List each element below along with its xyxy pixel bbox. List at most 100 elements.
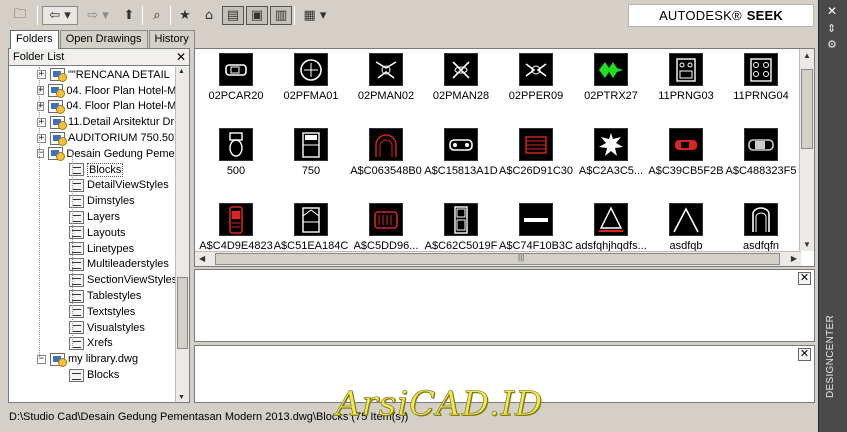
block-item[interactable]: 500 [199,124,273,190]
tree-node-drawing[interactable]: + ""RENCANA DETAIL [9,67,176,83]
tab-open-drawings[interactable]: Open Drawings [59,30,148,48]
close-preview-icon[interactable]: ✕ [798,272,811,285]
tree-node-item[interactable]: Blocks [9,367,176,383]
block-item[interactable]: 02PTRX27 [574,49,648,115]
drawing-file-icon [48,84,66,99]
drawing-file-icon [50,68,67,83]
tree-node-drawing[interactable]: +04. Floor Plan Hotel-M [9,99,176,115]
load-folder-icon[interactable]: 🗀 [8,6,32,25]
tree-node-item[interactable]: Dimstyles [9,193,176,209]
block-item[interactable]: A$C39CB5F2B [648,124,724,190]
block-thumbnail-icon [744,128,778,161]
properties-icon[interactable]: ⚙ [827,38,837,51]
tree-node-label: Blocks [87,162,124,177]
block-thumbnail-icon [294,203,328,236]
folder-list-scrollbar[interactable]: ▲ ▼ [175,67,189,402]
tree-connector-line [72,155,73,350]
block-thumbnail-icon [744,203,778,236]
tree-node-drawing[interactable]: +04. Floor Plan Hotel-M [9,83,176,99]
status-bar: D:\Studio Cad\Desain Gedung Pementasan M… [9,411,409,423]
block-item[interactable]: A$C15813A1D [424,124,498,190]
tree-node-drawing[interactable]: − my library.dwg [9,351,176,367]
tree-node-item[interactable]: Visualstyles [9,320,176,336]
forward-button[interactable]: ⇨ ▾ [80,6,116,25]
tree-node-drawing[interactable]: + AUDITORIUM 750.50 [9,130,176,146]
tree-connector-line [39,67,40,357]
tree-node-item[interactable]: Tablestyles [9,288,176,304]
block-item[interactable]: 02PPER09 [499,49,573,115]
tree-node-label: 04. Floor Plan Hotel-M [66,100,176,113]
tree-node-label: Desain Gedung Pemen [66,147,176,160]
home-icon[interactable]: ⌂ [198,6,220,25]
tree-node-item[interactable]: SectionViewStyles [9,272,176,288]
block-item[interactable]: 02PFMA01 [274,49,348,115]
palette-title-strip[interactable]: ✕ ⇕ ⚙ DESIGNCENTER [818,0,847,432]
block-item[interactable]: A$C488323F5 [724,124,798,190]
tree-node-item[interactable]: Multileaderstyles [9,257,176,273]
block-item[interactable]: A$C26D91C30 [499,124,573,190]
block-item[interactable]: 11PRNG03 [649,49,723,115]
block-item[interactable]: 02PMAN28 [424,49,498,115]
tree-node-item[interactable]: Linetypes [9,241,176,257]
block-name: 02PFMA01 [283,90,339,102]
tree-node-drawing[interactable]: − Desain Gedung Pemen [9,146,176,162]
block-item[interactable]: A$C2A3C5... [574,124,648,190]
block-name: 02PCAR20 [208,90,264,102]
favorites-icon[interactable]: ★ [174,6,196,25]
scroll-up-arrow-icon[interactable]: ▲ [803,51,811,60]
block-name: A$C26D91C30 [499,165,573,177]
block-thumbnail-icon [519,128,553,161]
block-item[interactable]: 02PMAN02 [349,49,423,115]
drawing-file-icon [50,115,67,130]
block-item[interactable]: A$C063548B0 [349,124,423,190]
views-dropdown-icon[interactable]: ▦ ▾ [298,6,332,25]
autodesk-seek-link[interactable]: AUTODESK® SEEK [628,4,814,27]
auto-hide-icon[interactable]: ⇕ [827,22,836,35]
scroll-right-arrow-icon[interactable]: ▶ [791,254,797,263]
scroll-left-arrow-icon[interactable]: ◀ [199,254,205,263]
close-icon[interactable]: ✕ [176,49,186,65]
tree-node-item[interactable]: Xrefs [9,336,176,352]
tree-node-label: Linetypes [87,242,135,255]
up-folder-icon[interactable]: ⬆ [118,6,140,25]
tree-view-toggle-icon[interactable]: ▤ [222,6,244,25]
tree-node-item[interactable]: Layers [9,209,176,225]
block-thumbnail-icon [594,53,628,86]
block-name: A$C063548B0 [350,165,422,177]
scrollbar-grip-icon: ||| [518,253,525,262]
content-vertical-scrollbar[interactable]: ▲ ▼ [799,49,814,251]
tree-node-item[interactable]: Textstyles [9,304,176,320]
scrollbar-thumb[interactable] [215,253,780,265]
content-horizontal-scrollbar[interactable]: ◀ ||| ▶ [195,251,801,266]
block-name: A$C488323F5 [725,165,797,177]
scroll-down-arrow-icon[interactable]: ▼ [803,240,811,249]
tree-node-item[interactable]: DetailViewStyles [9,178,176,194]
toolbar-separator [294,6,295,25]
scrollbar-thumb[interactable] [177,277,188,349]
block-item[interactable]: 02PCAR20 [199,49,273,115]
tree-node-drawing[interactable]: +11.Detail Arsitektur Dr [9,114,176,130]
palette-close-icon[interactable]: ✕ [827,4,837,18]
tree-node-label: Tablestyles [87,290,142,303]
tab-history[interactable]: History [148,30,195,48]
block-item[interactable]: 750 [274,124,348,190]
block-item[interactable]: 11PRNG04 [724,49,798,115]
back-button[interactable]: ⇦ ▾ [42,6,78,25]
scrollbar-thumb[interactable] [801,69,813,149]
scroll-up-arrow-icon[interactable]: ▲ [178,68,185,75]
drawing-file-icon [48,99,66,114]
block-thumbnail-icon [669,203,703,236]
description-toggle-icon[interactable]: ▥ [270,6,292,25]
block-thumbnail-icon [294,128,328,161]
tree-node-label: AUDITORIUM 750.50 [68,132,175,145]
tree-node-label: SectionViewStyles [87,274,176,287]
close-description-icon[interactable]: ✕ [798,348,811,361]
tab-folders[interactable]: Folders [10,30,59,49]
tree-node-item[interactable]: Blocks [9,162,176,178]
toolbar-separator [37,6,38,25]
preview-toggle-icon[interactable]: ▣ [246,6,268,25]
block-name: 02PMAN28 [432,90,490,102]
search-icon[interactable]: ⌕ [146,6,168,25]
tree-node-item[interactable]: Layouts [9,225,176,241]
scroll-down-arrow-icon[interactable]: ▼ [178,394,185,401]
